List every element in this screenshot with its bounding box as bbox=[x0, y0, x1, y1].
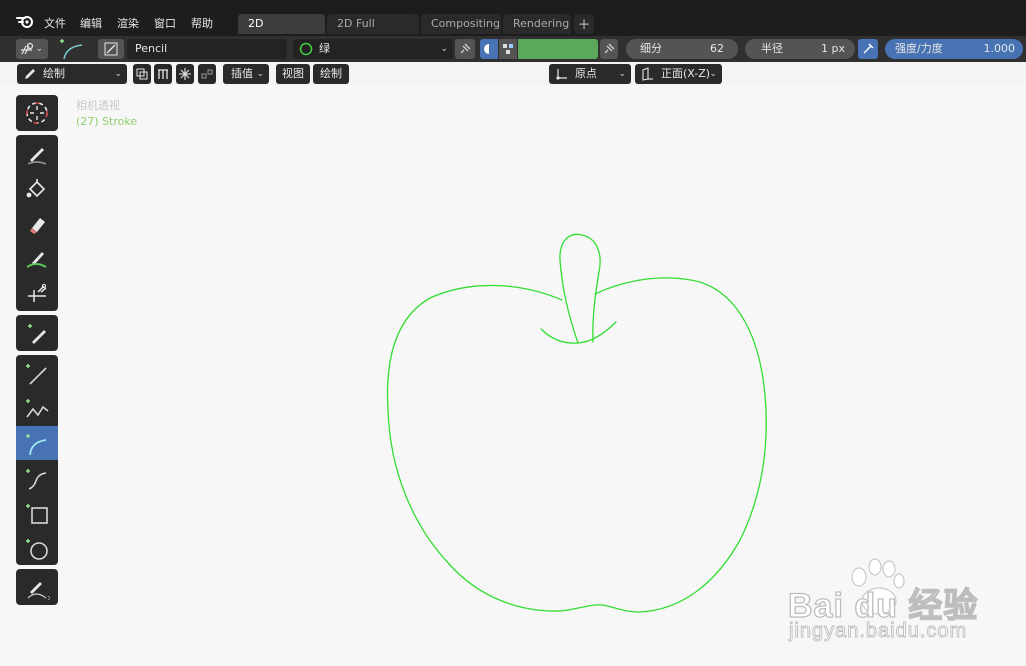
apple-body-stroke bbox=[386, 277, 767, 613]
watermark-url-text: jingyan.baidu.com bbox=[789, 620, 968, 643]
apple-stem-stroke bbox=[559, 233, 601, 344]
apple-leaf-stroke bbox=[540, 321, 617, 344]
